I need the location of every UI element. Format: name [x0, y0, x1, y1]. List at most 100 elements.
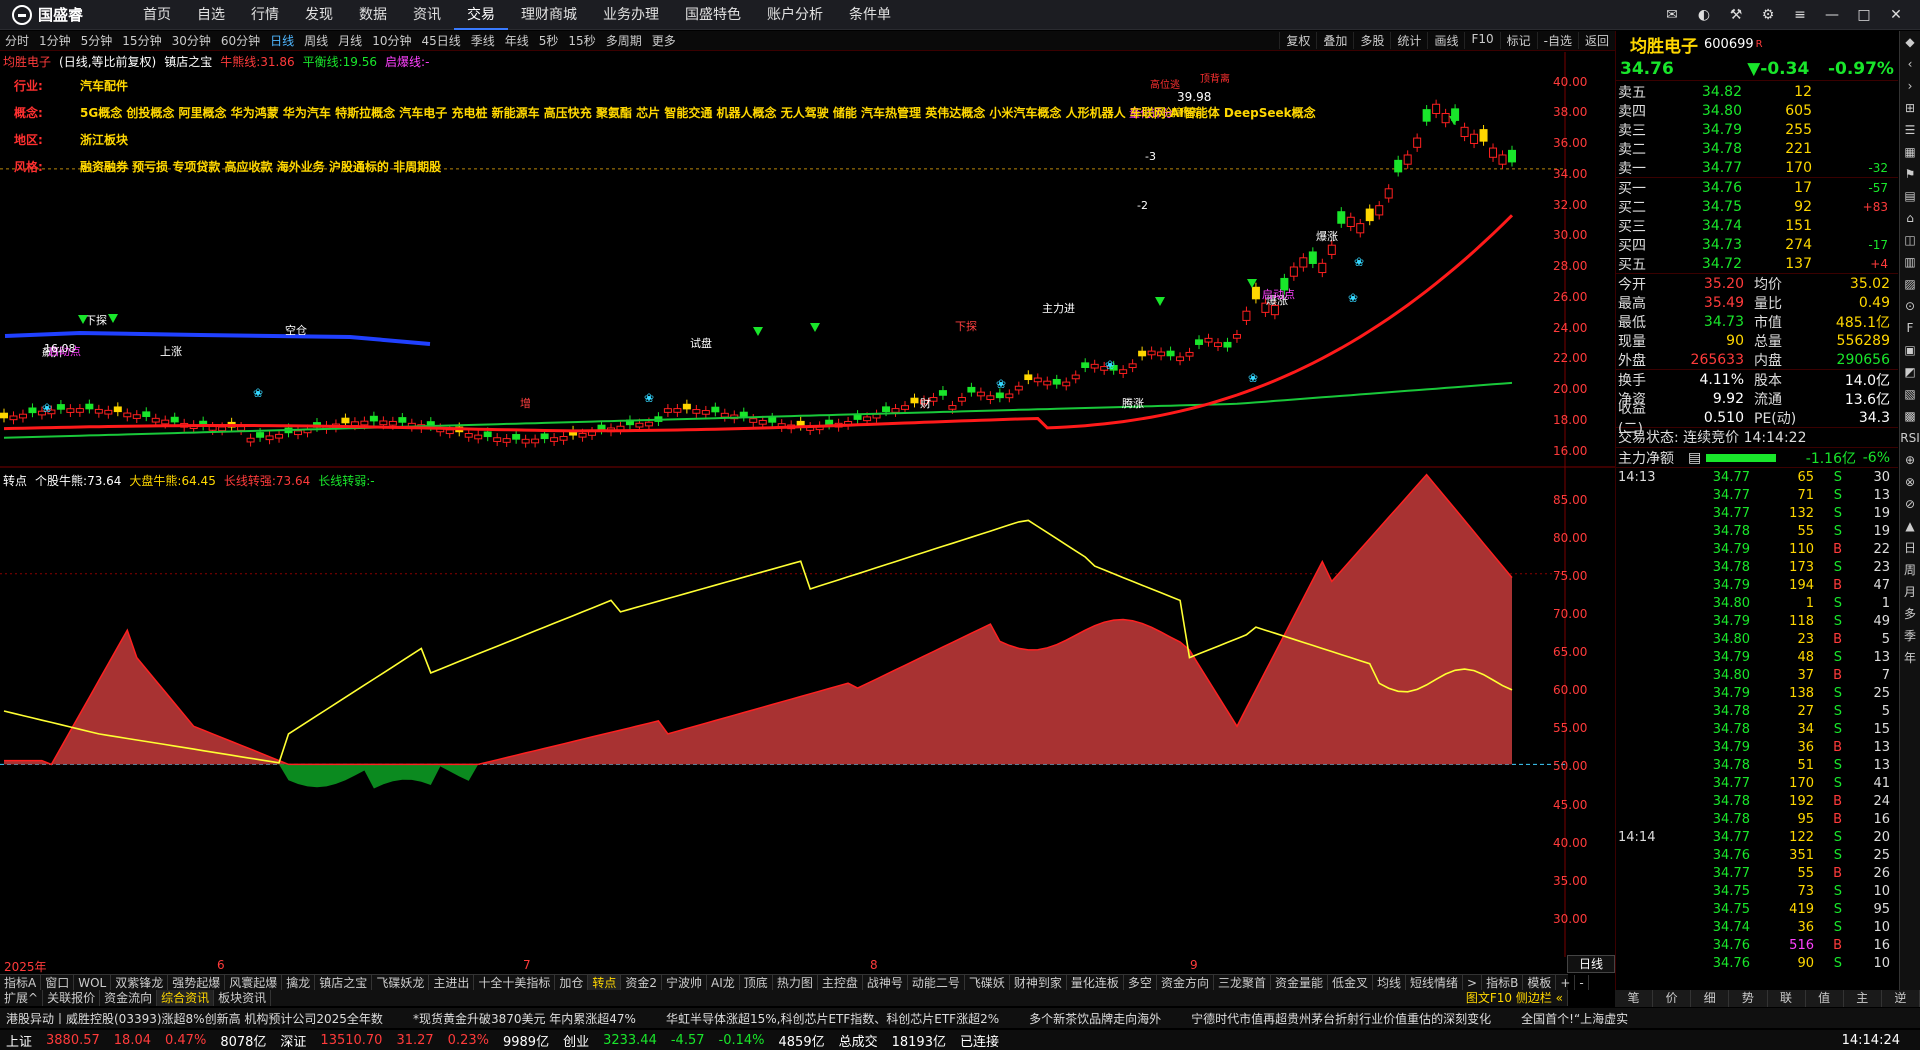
period-tab[interactable]: 更多	[647, 32, 681, 49]
sidebar-period[interactable]: 年	[1900, 647, 1920, 669]
sidebar-icon[interactable]: ▤	[1900, 185, 1920, 207]
chart-tool-button[interactable]: -自选	[1536, 32, 1578, 49]
info-tab[interactable]: 扩展^	[0, 990, 44, 1006]
indicator-tab-right-item[interactable]: 模板	[1523, 975, 1557, 990]
sidebar-period[interactable]: 月	[1900, 581, 1920, 603]
indicator-tab[interactable]: 资金方向	[1157, 975, 1214, 990]
quote-bottom-tab[interactable]: 主	[1844, 990, 1882, 1007]
period-tab[interactable]: 1分钟	[34, 32, 76, 49]
news-item[interactable]: 全国首个!“上海虚实	[1521, 1010, 1628, 1027]
quote-bottom-tab[interactable]: 逆	[1882, 990, 1920, 1007]
sidebar-icon[interactable]: ▧	[1900, 383, 1920, 405]
order-row[interactable]: 买二 34.75 92 +83	[1616, 197, 1898, 216]
chart-tool-button[interactable]: 标记	[1499, 32, 1537, 49]
info-tab[interactable]: 资金流向	[100, 990, 158, 1006]
indicator-tab[interactable]: WOL	[74, 975, 112, 990]
sidebar-icon[interactable]: ▣	[1900, 339, 1920, 361]
settings-icon[interactable]: ⚙	[1758, 7, 1778, 23]
sidebar-period[interactable]: 多	[1900, 603, 1920, 625]
indicator-tab[interactable]: 转点	[588, 975, 622, 990]
period-tab[interactable]: 年线	[500, 32, 534, 49]
sidebar-icon[interactable]: ⊙	[1900, 295, 1920, 317]
period-tab[interactable]: 30分钟	[167, 32, 216, 49]
indicator-tab[interactable]: 风寰起爆	[225, 975, 283, 990]
nav-item[interactable]: 国盛特色	[672, 0, 754, 30]
sidebar-icon[interactable]: RSI	[1900, 427, 1920, 449]
nav-item[interactable]: 理财商城	[508, 0, 590, 30]
order-row[interactable]: 买五 34.72 137 +4	[1616, 254, 1898, 273]
period-tab[interactable]: 日线	[265, 32, 299, 49]
minimize-icon[interactable]: —	[1822, 7, 1842, 23]
news-item[interactable]: 华虹半导体涨超15%,科创芯片ETF指数、科创芯片ETF涨超2%	[666, 1010, 999, 1027]
maximize-icon[interactable]: □	[1854, 7, 1874, 23]
info-tab[interactable]: 板块资讯	[214, 990, 272, 1006]
sidebar-icon[interactable]: ‹	[1900, 53, 1920, 75]
nav-item[interactable]: 首页	[130, 0, 184, 30]
nav-item[interactable]: 交易	[454, 0, 508, 30]
period-tab[interactable]: 多周期	[601, 32, 647, 49]
period-tab[interactable]: 月线	[333, 32, 367, 49]
chart-tool-button[interactable]: 返回	[1577, 32, 1615, 49]
nav-item[interactable]: 发现	[292, 0, 346, 30]
index-name[interactable]: 深证	[280, 1031, 306, 1050]
order-row[interactable]: 卖二 34.78 221	[1616, 139, 1898, 158]
indicator-tab[interactable]: 财神到家	[1010, 975, 1067, 990]
period-tab[interactable]: 5分钟	[76, 32, 118, 49]
period-tab[interactable]: 60分钟	[216, 32, 265, 49]
sidebar-icon[interactable]: ⊗	[1900, 471, 1920, 493]
chart-area[interactable]: 飙升下探空仓 下探增财腾涨爆涨爆涨启动点启动点试盘主力进-2-3上涨39.9816…	[0, 52, 1615, 957]
sidebar-icon[interactable]: ▩	[1900, 405, 1920, 427]
quote-bottom-tab[interactable]: 联	[1768, 990, 1806, 1007]
indicator-tab[interactable]: 低金叉	[1328, 975, 1373, 990]
indicator-tab[interactable]: 宁波帅	[662, 975, 708, 990]
indicator-tab[interactable]: 热力图	[773, 975, 818, 990]
sidebar-period[interactable]: 季	[1900, 625, 1920, 647]
index-name[interactable]: 上证	[6, 1031, 32, 1050]
sidebar-icon[interactable]: ⊘	[1900, 493, 1920, 515]
indicator-tab[interactable]: 加仓	[555, 975, 589, 990]
message-icon[interactable]: ✉	[1662, 7, 1682, 23]
order-row[interactable]: 买一 34.76 17 -57	[1616, 178, 1898, 197]
index-name[interactable]: 创业	[563, 1031, 589, 1050]
news-item[interactable]: 多个新茶饮品牌走向海外	[1029, 1010, 1161, 1027]
sidebar-icon[interactable]: ⊞	[1900, 97, 1920, 119]
period-tab[interactable]: 分时	[0, 32, 34, 49]
tools-icon[interactable]: ⚒	[1726, 7, 1746, 23]
indicator-tab[interactable]: 资金量能	[1271, 975, 1328, 990]
period-tab[interactable]: 15秒	[563, 32, 600, 49]
app-logo[interactable]: 国盛睿	[0, 0, 130, 30]
sidebar-icon[interactable]: ›	[1900, 75, 1920, 97]
nav-item[interactable]: 账户分析	[754, 0, 836, 30]
order-row[interactable]: 卖一 34.77 170 -32	[1616, 158, 1898, 177]
indicator-tab[interactable]: 镇店之宝	[315, 975, 373, 990]
indicator2-name[interactable]: 转点	[3, 472, 27, 489]
indicator-tab[interactable]: 动能二号	[908, 975, 965, 990]
indicator-tab[interactable]: 擒龙	[282, 975, 316, 990]
indicator-tab[interactable]: 均线	[1373, 975, 1407, 990]
chart-tool-button[interactable]: F10	[1464, 32, 1499, 49]
indicator-tab[interactable]: 十全十美指标	[474, 975, 556, 990]
indicator-tab[interactable]: 主进出	[429, 975, 475, 990]
sidebar-icon[interactable]: ⌂	[1900, 207, 1920, 229]
order-row[interactable]: 买三 34.74 151	[1616, 216, 1898, 235]
nav-item[interactable]: 行情	[238, 0, 292, 30]
quote-bottom-tab[interactable]: 细	[1691, 990, 1730, 1007]
period-tab[interactable]: 5秒	[534, 32, 564, 49]
indicator-tab[interactable]: 量化连板	[1067, 975, 1124, 990]
nav-item[interactable]: 自选	[184, 0, 238, 30]
indicator-tab[interactable]: 窗口	[41, 975, 75, 990]
sidebar-icon[interactable]: ⊕	[1900, 449, 1920, 471]
indicator-tab[interactable]: 飞碟妖龙	[372, 975, 430, 990]
indicator-tab[interactable]: 资金2	[621, 975, 663, 990]
menu-icon[interactable]: ≡	[1790, 7, 1810, 23]
nav-item[interactable]: 数据	[346, 0, 400, 30]
info-tab[interactable]: 综合资讯	[157, 990, 215, 1006]
news-item[interactable]: 宁德时代市值再超贵州茅台折射行业价值重估的深刻变化	[1191, 1010, 1491, 1027]
chart-tool-button[interactable]: 复权	[1279, 32, 1316, 49]
indicator-tab[interactable]: 短线情绪	[1406, 975, 1464, 990]
quote-bottom-tab[interactable]: 值	[1806, 990, 1844, 1007]
period-tab[interactable]: 周线	[299, 32, 333, 49]
news-item[interactable]: *现货黄金升破3870美元 年内累涨超47%	[413, 1010, 636, 1027]
sidebar-icon[interactable]: ◩	[1900, 361, 1920, 383]
sidebar-icon[interactable]: F	[1900, 317, 1920, 339]
